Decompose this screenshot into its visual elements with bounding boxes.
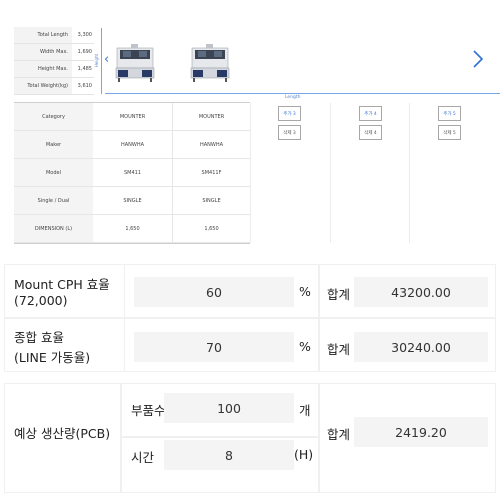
mount-efficiency-input[interactable]: 60: [134, 277, 294, 307]
machine-image-sm411f: [190, 44, 230, 82]
production-panel: 예상 생산량(PCB) 부품수 100 개 시간 8 (H) 합계 2419.2…: [4, 383, 496, 493]
dimension-key: Height Max.: [14, 61, 72, 77]
spec-cell: MOUNTER: [172, 103, 250, 130]
spec-label: Category: [14, 103, 93, 130]
dimension-table: Total Length 3,300 Width Max. 1,690 Heig…: [14, 27, 94, 95]
spec-row: Model SM411 SM411F: [14, 159, 250, 187]
machine-slot-3: 추가 3 삭제 3: [250, 103, 330, 243]
add-slot-5-button[interactable]: 추가 5: [438, 106, 461, 121]
mount-total-label: 합계: [327, 287, 351, 302]
dimension-row: Total Length 3,300: [14, 27, 94, 44]
dimension-row: Height Max. 1,485: [14, 61, 94, 78]
spec-label: Maker: [14, 131, 93, 158]
height-ruler: [101, 28, 103, 94]
machine-image-sm411: [115, 44, 155, 82]
height-ruler-label: Height: [94, 53, 100, 68]
add-slot-4-button[interactable]: 추가 4: [359, 106, 382, 121]
spec-cell: 1,650: [172, 215, 250, 242]
production-total-label: 합계: [327, 427, 351, 442]
efficiency-panel: Mount CPH 효율 (72,000) 60 % 합계 43200.00 종…: [4, 264, 496, 372]
production-total-output: 2419.20: [354, 417, 488, 447]
mount-unit: %: [299, 284, 311, 299]
production-label: 예상 생산량(PCB): [14, 426, 111, 441]
time-label: 시간: [131, 450, 155, 465]
line-efficiency-label: 종합 효율: [14, 330, 64, 345]
spec-label: DIMENSION (L): [14, 215, 93, 242]
spec-cell: HANWHA: [120, 141, 145, 148]
line-efficiency-sublabel: (LINE 가동율): [14, 350, 91, 365]
machine-slot-4: 추가 4 삭제 4: [330, 103, 409, 243]
spec-cell: SINGLE: [172, 187, 250, 214]
length-ruler: [105, 93, 500, 97]
spec-cell: SINGLE: [123, 197, 142, 204]
dimension-key: Total Length: [14, 27, 72, 43]
spec-cell: HANWHA: [172, 131, 250, 158]
parts-unit: 개: [299, 403, 311, 418]
machine-slot-5: 추가 5 삭제 5: [409, 103, 488, 243]
parts-count-input[interactable]: 100: [164, 393, 294, 423]
prev-arrow-icon[interactable]: ‹: [104, 52, 109, 67]
spec-row: Category MOUNTER MOUNTER: [14, 103, 250, 131]
spec-label: Single / Dual: [14, 187, 93, 214]
dimension-value: 3,610: [77, 83, 92, 89]
dimension-key: Total Weight(kg): [14, 78, 72, 94]
line-total-output: 30240.00: [354, 332, 488, 362]
dimension-row: Total Weight(kg) 3,610: [14, 78, 94, 95]
spec-table: Category MOUNTER MOUNTER Maker HANWHA HA…: [14, 103, 250, 243]
dimension-value: 1,485: [77, 66, 92, 72]
line-efficiency-input[interactable]: 70: [134, 332, 294, 362]
dimension-value: 1,690: [77, 49, 92, 55]
spec-row: DIMENSION (L) 1,650 1,650: [14, 215, 250, 243]
spec-cell: 1,650: [125, 225, 140, 232]
dimension-key: Width Max.: [14, 44, 72, 60]
spec-cell: SM411: [123, 169, 142, 176]
delete-slot-4-button[interactable]: 삭제 4: [359, 125, 382, 140]
line-unit: %: [299, 339, 311, 354]
spec-cell: MOUNTER: [119, 113, 146, 120]
dimension-row: Width Max. 1,690: [14, 44, 94, 61]
delete-slot-3-button[interactable]: 삭제 3: [278, 125, 301, 140]
mount-cph-sublabel: (72,000): [14, 293, 68, 308]
dimension-value: 3,300: [77, 32, 92, 38]
add-slot-3-button[interactable]: 추가 3: [278, 106, 301, 121]
spec-row: Maker HANWHA HANWHA: [14, 131, 250, 159]
length-ruler-label: Length: [285, 95, 301, 100]
spec-label: Model: [14, 159, 93, 186]
time-input[interactable]: 8: [164, 440, 294, 470]
spec-cell: SM411F: [172, 159, 250, 186]
line-total-label: 합계: [327, 342, 351, 357]
mount-total-output: 43200.00: [354, 277, 488, 307]
next-arrow-icon[interactable]: [470, 49, 486, 69]
parts-label: 부품수: [131, 403, 166, 418]
time-unit: (H): [294, 447, 314, 462]
delete-slot-5-button[interactable]: 삭제 5: [438, 125, 461, 140]
divider: [14, 243, 250, 244]
spec-row: Single / Dual SINGLE SINGLE: [14, 187, 250, 215]
mount-cph-label: Mount CPH 효율: [14, 277, 110, 292]
